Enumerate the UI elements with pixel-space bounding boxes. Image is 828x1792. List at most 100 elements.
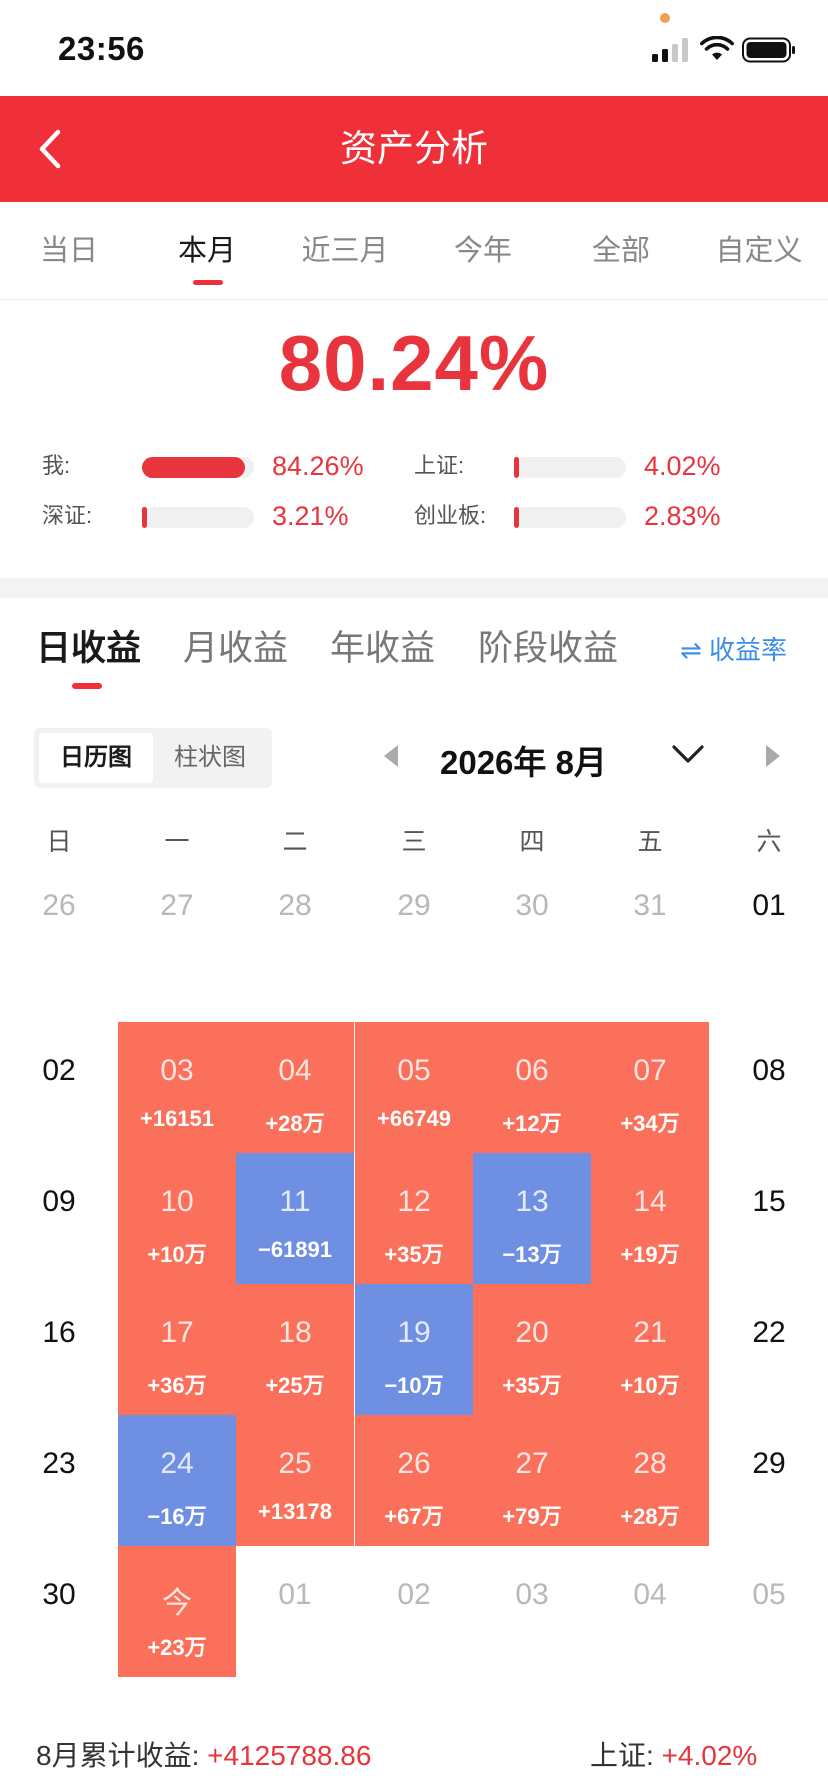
calendar-day-pos[interactable]: 28 +28万 <box>591 1415 709 1546</box>
calendar-day-pos[interactable]: 20 +35万 <box>473 1284 591 1415</box>
calendar-day-number: 21 <box>633 1316 667 1349</box>
calendar-day[interactable]: 08 <box>710 1022 828 1153</box>
nav-header: 资产分析 <box>0 96 828 202</box>
privacy-indicator-dot <box>660 13 670 23</box>
calendar-day-number: 02 <box>397 1578 431 1611</box>
calendar-day-neg[interactable]: 13 −13万 <box>473 1153 591 1284</box>
calendar-day-amount: −10万 <box>384 1373 444 1398</box>
calendar-day-amount: +35万 <box>502 1373 562 1398</box>
index-label: 上证: <box>590 1740 654 1771</box>
calendar-day[interactable]: 29 <box>355 857 473 988</box>
calendar-day-neg[interactable]: 19 −10万 <box>355 1284 473 1415</box>
calendar-day-amount: +23万 <box>147 1635 207 1660</box>
calendar-day-pos[interactable]: 06 +12万 <box>473 1022 591 1153</box>
calendar-day-amount: +13178 <box>257 1499 333 1524</box>
calendar-day-number: 30 <box>42 1578 76 1611</box>
active-earn-tab-indicator <box>72 683 102 689</box>
calendar-day[interactable]: 26 <box>0 857 118 988</box>
calendar-day-pos[interactable]: 05 +66749 <box>355 1022 473 1153</box>
calendar-day-number: 20 <box>515 1316 549 1349</box>
calendar-day[interactable]: 31 <box>591 857 709 988</box>
calendar-day-pos[interactable]: 25 +13178 <box>236 1415 354 1546</box>
calendar-day-pos[interactable]: 17 +36万 <box>118 1284 236 1415</box>
calendar-day[interactable]: 15 <box>710 1153 828 1284</box>
calendar-day-number: 11 <box>279 1185 311 1218</box>
calendar-day-amount: +10万 <box>147 1242 207 1267</box>
calendar-day-pos[interactable]: 12 +35万 <box>355 1153 473 1284</box>
calendar-day-number: 23 <box>42 1447 76 1480</box>
calendar-day-pos[interactable]: 21 +10万 <box>591 1284 709 1415</box>
comparison-label: 创业板: <box>414 503 487 528</box>
calendar-day-number: 今 <box>162 1587 192 1620</box>
calendar-day[interactable]: 04 <box>591 1546 709 1677</box>
tab-custom[interactable]: 自定义 <box>690 202 828 300</box>
calendar-day-pos[interactable]: 10 +10万 <box>118 1153 236 1284</box>
back-arrow-icon[interactable] <box>30 124 70 174</box>
calendar-day[interactable]: 03 <box>473 1546 591 1677</box>
calendar-day-pos[interactable]: 27 +79万 <box>473 1415 591 1546</box>
total-return-percent: 80.24% <box>278 319 550 407</box>
calendar-day-number: 31 <box>633 889 667 922</box>
calendar-day-pos[interactable]: 今 +23万 <box>118 1546 236 1677</box>
calendar-day[interactable]: 28 <box>236 857 354 988</box>
tab-three-months[interactable]: 近三月 <box>276 202 414 300</box>
calendar-day-number: 05 <box>397 1054 431 1087</box>
calendar-day[interactable]: 27 <box>118 857 236 988</box>
calendar-day-number: 12 <box>397 1185 431 1218</box>
calendar-day-amount: −16万 <box>147 1504 207 1529</box>
return-rate-toggle[interactable]: ⇌ 收益率 <box>680 630 787 667</box>
calendar-day-pos[interactable]: 14 +19万 <box>591 1153 709 1284</box>
calendar-day-neg[interactable]: 11 −61891 <box>236 1153 354 1284</box>
comparison-bar <box>514 457 626 478</box>
tab-this-year[interactable]: 今年 <box>414 202 552 300</box>
cellular-signal-icon <box>652 38 688 62</box>
calendar-day[interactable]: 16 <box>0 1284 118 1415</box>
calendar-day-amount: +25万 <box>265 1373 325 1398</box>
chevron-down-icon[interactable] <box>670 740 706 768</box>
calendar-day-neg[interactable]: 24 −16万 <box>118 1415 236 1546</box>
calendar-day-number: 03 <box>160 1054 194 1087</box>
comparison-bar-fill <box>514 457 519 478</box>
calendar-day-pos[interactable]: 03 +16151 <box>118 1022 236 1153</box>
calendar-view-button[interactable]: 日历图 <box>39 733 153 783</box>
calendar-day[interactable]: 30 <box>0 1546 118 1677</box>
calendar-day-pos[interactable]: 26 +67万 <box>355 1415 473 1546</box>
tab-all[interactable]: 全部 <box>552 202 690 300</box>
calendar-day[interactable]: 02 <box>0 1022 118 1153</box>
calendar-day-pos[interactable]: 04 +28万 <box>236 1022 354 1153</box>
calendar-day-number: 13 <box>515 1185 549 1218</box>
tab-daily-earnings[interactable]: 日收益 <box>36 620 141 671</box>
calendar-day-number: 03 <box>515 1578 549 1611</box>
calendar-day-pos[interactable]: 18 +25万 <box>236 1284 354 1415</box>
tab-monthly-earnings[interactable]: 月收益 <box>183 620 288 671</box>
tab-stage-earnings[interactable]: 阶段收益 <box>478 620 618 671</box>
calendar-day-number: 01 <box>278 1578 312 1611</box>
bar-view-button[interactable]: 柱状图 <box>153 733 267 783</box>
comparison-bar <box>142 507 254 528</box>
calendar-day[interactable]: 22 <box>710 1284 828 1415</box>
calendar-day-number: 10 <box>160 1185 194 1218</box>
calendar-day-number: 29 <box>397 889 431 922</box>
tab-today[interactable]: 当日 <box>0 202 138 300</box>
calendar-day-number: 28 <box>633 1447 667 1480</box>
comparison-bar-fill <box>142 507 147 528</box>
calendar-day[interactable]: 23 <box>0 1415 118 1546</box>
comparison-bar <box>142 457 254 478</box>
status-bar: 23:56 <box>0 0 828 96</box>
calendar-day[interactable]: 05 <box>710 1546 828 1677</box>
calendar-day[interactable]: 01 <box>236 1546 354 1677</box>
calendar-day-amount: +34万 <box>620 1111 680 1136</box>
calendar-day[interactable]: 30 <box>473 857 591 988</box>
weekday-fri: 五 <box>637 828 663 856</box>
calendar-day[interactable]: 02 <box>355 1546 473 1677</box>
calendar-day-pos[interactable]: 07 +34万 <box>591 1022 709 1153</box>
calendar-day[interactable]: 01 <box>710 857 828 988</box>
tab-this-month[interactable]: 本月 <box>138 202 276 300</box>
tab-yearly-earnings[interactable]: 年收益 <box>330 620 435 671</box>
next-month-icon[interactable] <box>762 742 784 770</box>
calendar-day[interactable]: 09 <box>0 1153 118 1284</box>
calendar-day-amount: +79万 <box>502 1504 562 1529</box>
month-title[interactable]: 2026年 8月 <box>440 736 607 784</box>
calendar-day[interactable]: 29 <box>710 1415 828 1546</box>
prev-month-icon[interactable] <box>380 742 402 770</box>
